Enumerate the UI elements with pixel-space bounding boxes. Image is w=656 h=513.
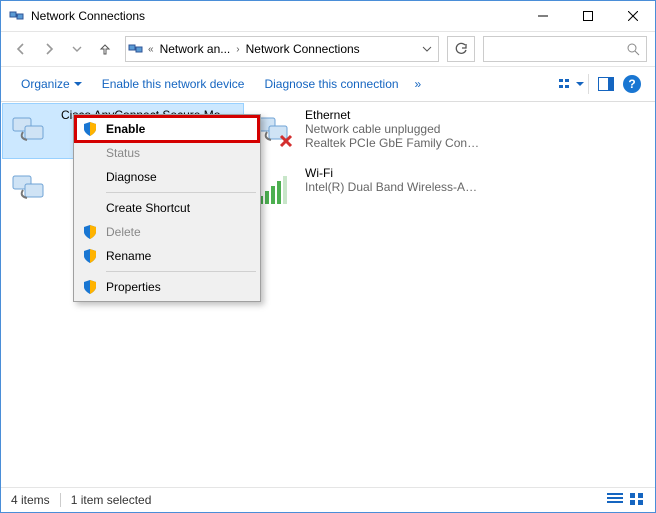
chevron-left-icon: « — [148, 44, 154, 55]
adapter-status: Network cable unplugged — [305, 122, 481, 136]
menu-separator — [106, 192, 256, 193]
adapter-wifi[interactable]: Wi-Fi Intel(R) Dual Band Wireless-AC 31.… — [247, 162, 487, 216]
ctx-diagnose-label: Diagnose — [106, 170, 157, 184]
ctx-delete-label: Delete — [106, 225, 141, 239]
window-title: Network Connections — [31, 9, 145, 23]
ctx-properties[interactable]: Properties — [76, 275, 258, 299]
diagnose-label: Diagnose this connection — [264, 77, 398, 91]
network-adapter-icon — [9, 166, 55, 212]
ctx-enable[interactable]: Enable — [76, 117, 258, 141]
app-icon — [9, 8, 25, 24]
overflow-icon: » — [415, 77, 422, 91]
ctx-enable-label: Enable — [106, 122, 145, 136]
diagnose-connection-button[interactable]: Diagnose this connection — [254, 67, 408, 101]
ctx-properties-label: Properties — [106, 280, 161, 294]
divider — [60, 493, 61, 507]
menu-separator — [106, 271, 256, 272]
breadcrumb-seg-1[interactable]: Network an... — [158, 42, 233, 56]
enable-device-button[interactable]: Enable this network device — [92, 67, 255, 101]
ctx-create-shortcut-label: Create Shortcut — [106, 201, 190, 215]
help-icon: ? — [623, 75, 641, 93]
close-button[interactable] — [610, 1, 655, 31]
preview-pane-button[interactable] — [593, 71, 619, 97]
help-button[interactable]: ? — [619, 71, 645, 97]
status-bar: 4 items 1 item selected — [1, 487, 655, 512]
navigation-bar: « Network an... › Network Connections — [1, 32, 655, 67]
shield-icon — [82, 248, 98, 264]
maximize-button[interactable] — [565, 1, 610, 31]
details-view-button[interactable] — [607, 492, 623, 508]
shield-icon — [82, 121, 98, 137]
address-dropdown-button[interactable] — [418, 38, 436, 60]
refresh-button[interactable] — [447, 36, 475, 62]
adapter-name: Wi-Fi — [305, 166, 481, 180]
shield-icon — [82, 224, 98, 240]
breadcrumb-seg-2[interactable]: Network Connections — [244, 42, 362, 56]
item-count: 4 items — [11, 493, 50, 507]
ctx-rename[interactable]: Rename — [76, 244, 258, 268]
adapter-ethernet[interactable]: Ethernet Network cable unplugged Realtek… — [247, 104, 487, 158]
view-options-button[interactable] — [558, 71, 584, 97]
chevron-right-icon: › — [236, 44, 239, 55]
back-button[interactable] — [9, 37, 33, 61]
search-icon — [626, 42, 640, 56]
adapter-name: Ethernet — [305, 108, 481, 122]
content-area: Cisco AnyConnect Secure Mobility Etherne… — [1, 102, 655, 487]
ctx-diagnose[interactable]: Diagnose — [76, 165, 258, 189]
ctx-status-label: Status — [106, 146, 140, 160]
adapter-device: Realtek PCIe GbE Family Controller — [305, 136, 481, 150]
enable-device-label: Enable this network device — [102, 77, 245, 91]
overflow-button[interactable]: » — [409, 67, 428, 101]
chevron-down-icon — [576, 80, 584, 88]
organize-button[interactable]: Organize — [11, 67, 92, 101]
ctx-status: Status — [76, 141, 258, 165]
window: Network Connections « Network an... › Ne… — [0, 0, 656, 513]
selection-count: 1 item selected — [71, 493, 152, 507]
forward-button[interactable] — [37, 37, 61, 61]
ctx-create-shortcut[interactable]: Create Shortcut — [76, 196, 258, 220]
address-bar[interactable]: « Network an... › Network Connections — [125, 36, 439, 62]
up-button[interactable] — [93, 37, 117, 61]
address-icon — [128, 41, 144, 57]
recent-locations-button[interactable] — [65, 37, 89, 61]
chevron-down-icon — [74, 80, 82, 88]
ctx-rename-label: Rename — [106, 249, 151, 263]
search-box[interactable] — [483, 36, 647, 62]
shield-icon — [82, 279, 98, 295]
organize-label: Organize — [21, 77, 70, 91]
titlebar: Network Connections — [1, 1, 655, 32]
minimize-button[interactable] — [520, 1, 565, 31]
network-adapter-icon — [9, 108, 55, 154]
search-input[interactable] — [490, 41, 626, 57]
ctx-delete: Delete — [76, 220, 258, 244]
command-bar: Organize Enable this network device Diag… — [1, 67, 655, 102]
large-icons-view-button[interactable] — [629, 492, 645, 508]
adapter-device: Intel(R) Dual Band Wireless-AC 31... — [305, 180, 481, 194]
context-menu: Enable Status Diagnose Create Shortcut D… — [73, 114, 261, 302]
